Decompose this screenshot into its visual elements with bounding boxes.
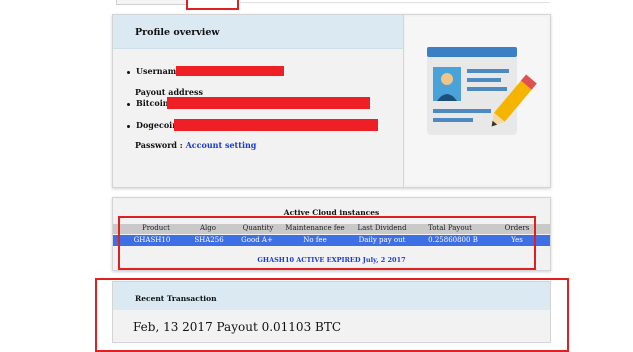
annotation-box-transaction xyxy=(95,278,569,352)
annotation-box-table xyxy=(118,216,536,270)
top-divider xyxy=(240,2,550,3)
profile-overview-card: Profile overview Username : Payout addre… xyxy=(112,14,551,188)
dogecoin-redaction xyxy=(174,119,378,131)
bullet xyxy=(127,70,130,74)
profile-illustration xyxy=(405,17,548,185)
profile-title: Profile overview xyxy=(135,27,220,38)
profile-header: Profile overview xyxy=(113,15,403,49)
bitcoin-redaction xyxy=(167,97,370,109)
payout-address-label: Payout address xyxy=(135,87,203,97)
annotation-box-top xyxy=(186,0,239,10)
bullet xyxy=(127,102,130,106)
username-redaction xyxy=(176,66,284,76)
bullet xyxy=(127,124,130,128)
account-setting-link[interactable]: Account setting xyxy=(186,140,257,150)
top-tab-left[interactable] xyxy=(116,0,188,5)
password-label: Password : xyxy=(135,140,183,150)
password-row: Password : Account setting xyxy=(135,140,256,150)
card-divider xyxy=(403,15,404,187)
id-card-edit-icon xyxy=(427,47,537,135)
